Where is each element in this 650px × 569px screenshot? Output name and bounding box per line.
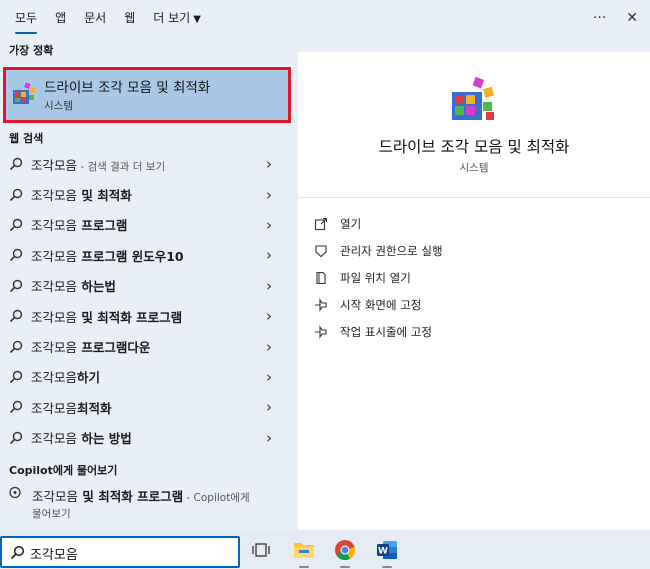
file-explorer-icon[interactable] <box>293 539 315 561</box>
chevron-right-icon: › <box>266 367 272 386</box>
search-icon <box>9 401 23 414</box>
pin-icon <box>315 324 327 339</box>
open-icon <box>314 217 328 230</box>
chevron-right-icon: › <box>266 155 272 174</box>
results-panel: 가장 정확 드라이브 조각 모음 및 최적화 시스템 웹 검색 조각모음 - 검… <box>0 36 296 530</box>
defrag-app-icon <box>452 76 495 120</box>
tab-documents[interactable]: 문서 <box>75 0 115 36</box>
web-result-5[interactable]: 조각모음 및 최적화 프로그램 › <box>0 301 296 331</box>
search-tabs: 모두 앱 문서 웹 더 보기 ▼ <box>0 0 650 36</box>
copilot-suggestion[interactable]: 조각모음 및 최적화 프로그램 - Copilot에게 물어보기 <box>0 482 296 522</box>
tab-more[interactable]: 더 보기 ▼ <box>144 0 210 36</box>
defrag-app-icon <box>13 82 36 104</box>
tab-apps[interactable]: 앱 <box>46 0 75 36</box>
chevron-right-icon: › <box>266 246 272 265</box>
divider <box>298 197 650 198</box>
chevron-right-icon: › <box>266 337 272 356</box>
detail-title: 드라이브 조각 모음 및 최적화 <box>378 138 570 156</box>
web-result-0[interactable]: 조각모음 - 검색 결과 더 보기 › <box>0 149 296 179</box>
action-list: 열기 관리자 권한으로 실행 파일 위치 열기 시작 화면에 고정 작업 표시줄… <box>314 210 443 345</box>
taskbar-search[interactable] <box>0 536 240 568</box>
running-indicator <box>382 566 392 568</box>
search-icon <box>9 188 23 201</box>
window-controls: ··· ✕ <box>593 0 638 36</box>
search-icon <box>9 157 23 171</box>
best-match-heading: 가장 정확 <box>9 44 54 57</box>
chrome-icon[interactable] <box>334 539 356 561</box>
best-match-subtitle: 시스템 <box>44 100 73 112</box>
search-icon <box>9 218 23 232</box>
running-indicator <box>299 566 309 568</box>
search-icon <box>9 279 23 292</box>
web-result-1[interactable]: 조각모음 및 최적화 › <box>0 179 296 209</box>
best-match-item[interactable]: 드라이브 조각 모음 및 최적화 시스템 <box>3 67 291 123</box>
best-match-title: 드라이브 조각 모음 및 최적화 <box>44 80 211 96</box>
action-open-file-location[interactable]: 파일 위치 열기 <box>314 264 443 291</box>
search-icon <box>9 249 23 262</box>
chevron-right-icon: › <box>266 276 272 295</box>
action-pin-to-taskbar[interactable]: 작업 표시줄에 고정 <box>314 318 443 345</box>
detail-subtitle: 시스템 <box>459 162 489 174</box>
detail-panel: 드라이브 조각 모음 및 최적화 시스템 열기 관리자 권한으로 실행 파일 위… <box>298 52 650 530</box>
pin-icon <box>315 297 327 312</box>
web-search-heading: 웹 검색 <box>9 132 44 145</box>
chevron-right-icon: › <box>266 215 272 234</box>
word-icon[interactable]: W <box>376 539 398 561</box>
search-icon <box>9 309 23 323</box>
web-result-9[interactable]: 조각모음 하는 방법 › <box>0 423 296 453</box>
web-result-7[interactable]: 조각모음하기 › <box>0 362 296 392</box>
action-pin-to-start[interactable]: 시작 화면에 고정 <box>314 291 443 318</box>
search-icon <box>9 370 23 383</box>
chevron-right-icon: › <box>266 185 272 204</box>
search-icon <box>9 340 23 353</box>
copilot-heading: Copilot에게 물어보기 <box>9 464 118 477</box>
web-result-3[interactable]: 조각모음 프로그램 윈도우10 › <box>0 240 296 270</box>
chevron-right-icon: › <box>266 307 272 326</box>
web-search-list: 조각모음 - 검색 결과 더 보기 › 조각모음 및 최적화 › 조각모음 프로… <box>0 149 296 453</box>
search-icon <box>9 431 23 444</box>
web-result-6[interactable]: 조각모음 프로그램다운 › <box>0 331 296 361</box>
tab-all[interactable]: 모두 <box>6 0 46 36</box>
svg-text:W: W <box>378 547 388 557</box>
search-input[interactable] <box>30 542 230 564</box>
tab-web[interactable]: 웹 <box>115 0 144 36</box>
action-run-as-admin[interactable]: 관리자 권한으로 실행 <box>314 237 443 264</box>
file-location-icon <box>316 271 326 284</box>
chat-icon <box>9 486 21 499</box>
close-button[interactable]: ✕ <box>626 10 638 26</box>
caret-down-icon: ▼ <box>193 14 201 25</box>
web-result-2[interactable]: 조각모음 프로그램 › <box>0 210 296 240</box>
search-icon <box>10 545 25 560</box>
more-options-button[interactable]: ··· <box>593 10 606 26</box>
taskbar: W <box>0 530 650 569</box>
action-open[interactable]: 열기 <box>314 210 443 237</box>
web-result-8[interactable]: 조각모음최적화 › <box>0 392 296 422</box>
shield-icon <box>315 244 327 257</box>
chevron-right-icon: › <box>266 398 272 417</box>
chevron-right-icon: › <box>266 428 272 447</box>
web-result-4[interactable]: 조각모음 하는법 › <box>0 271 296 301</box>
running-indicator <box>340 566 350 568</box>
task-view-icon[interactable] <box>250 539 272 561</box>
